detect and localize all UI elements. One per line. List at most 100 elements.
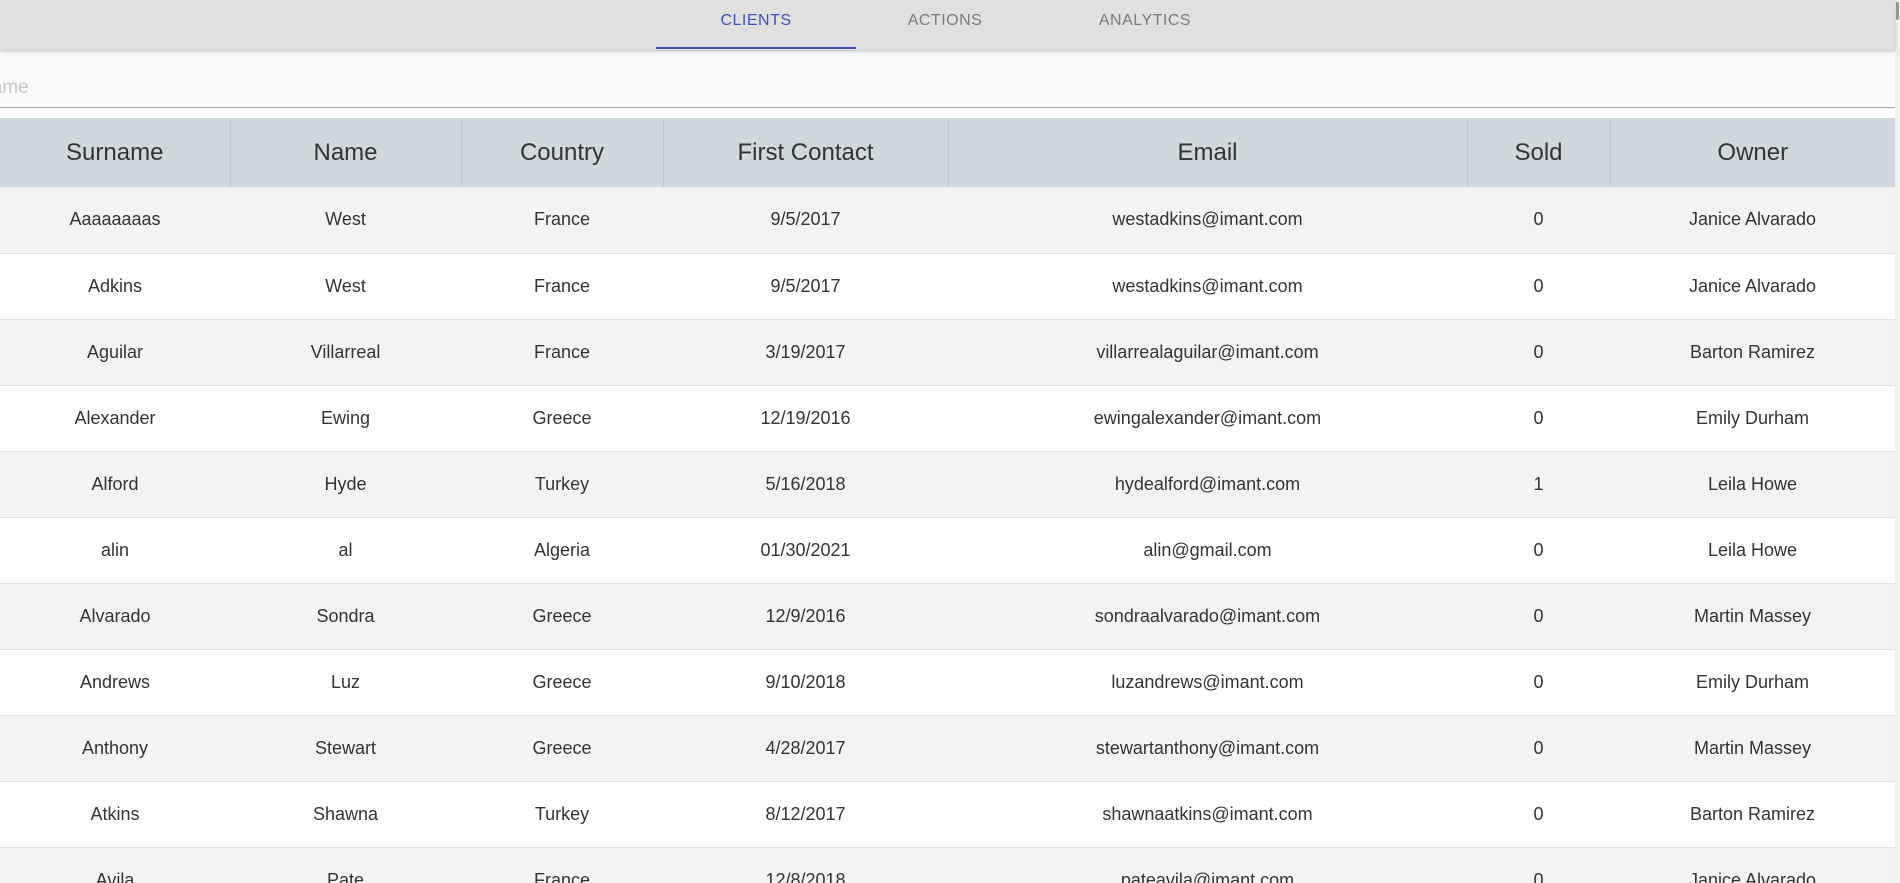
cell-email: westadkins@imant.com <box>948 253 1467 320</box>
table-row[interactable]: Andrews Luz Greece 9/10/2018 luzandrews@… <box>0 649 1895 716</box>
column-header-sold[interactable]: Sold <box>1467 118 1611 187</box>
column-header-first-contact[interactable]: First Contact <box>663 118 949 187</box>
tab-clients[interactable]: CLIENTS <box>656 0 856 50</box>
cell-surname: Avila <box>0 847 230 883</box>
column-header-name[interactable]: Name <box>230 118 462 187</box>
cell-country: Greece <box>461 715 663 782</box>
cell-country: Greece <box>461 385 663 452</box>
cell-name: Luz <box>230 649 461 716</box>
cell-country: Turkey <box>461 781 663 848</box>
scrollbar-thumb[interactable] <box>1896 2 1899 20</box>
page-scrollbar[interactable] <box>1895 0 1900 883</box>
cell-owner: Leila Howe <box>1610 517 1895 584</box>
cell-owner: Janice Alvarado <box>1610 253 1895 320</box>
cell-email: alin@gmail.com <box>948 517 1467 584</box>
clients-table-container: Surname Name Country First Contact Email… <box>0 118 1895 883</box>
cell-name: Villarreal <box>230 319 461 386</box>
cell-name: Stewart <box>230 715 461 782</box>
cell-country: France <box>461 187 663 254</box>
table-row[interactable]: alin al Algeria 01/30/2021 alin@gmail.co… <box>0 517 1895 584</box>
cell-first-contact: 3/19/2017 <box>663 319 948 386</box>
cell-first-contact: 12/19/2016 <box>663 385 948 452</box>
table-row[interactable]: Aguilar Villarreal France 3/19/2017 vill… <box>0 319 1895 386</box>
column-header-owner[interactable]: Owner <box>1610 118 1895 187</box>
cell-country: France <box>461 253 663 320</box>
header-row: Surname Name Country First Contact Email… <box>0 118 1895 187</box>
cell-surname: Alford <box>0 451 230 518</box>
cell-owner: Janice Alvarado <box>1610 847 1895 883</box>
cell-first-contact: 9/10/2018 <box>663 649 948 716</box>
cell-sold: 0 <box>1467 253 1610 320</box>
cell-name: al <box>230 517 461 584</box>
cell-first-contact: 8/12/2017 <box>663 781 948 848</box>
search-bar <box>0 50 1895 108</box>
cell-name: Sondra <box>230 583 461 650</box>
cell-first-contact: 12/8/2018 <box>663 847 948 883</box>
cell-email: ewingalexander@imant.com <box>948 385 1467 452</box>
cell-surname: Aaaaaaaas <box>0 187 230 254</box>
cell-email: shawnaatkins@imant.com <box>948 781 1467 848</box>
cell-email: hydealford@imant.com <box>948 451 1467 518</box>
table-row[interactable]: Alexander Ewing Greece 12/19/2016 ewinga… <box>0 385 1895 452</box>
cell-email: pateavila@imant.com <box>948 847 1467 883</box>
cell-country: France <box>461 847 663 883</box>
top-tab-bar: CLIENTS ACTIONS ANALYTICS <box>0 0 1895 50</box>
cell-owner: Barton Ramirez <box>1610 319 1895 386</box>
tab-actions[interactable]: ACTIONS <box>845 0 1045 50</box>
table-row[interactable]: Atkins Shawna Turkey 8/12/2017 shawnaatk… <box>0 781 1895 848</box>
cell-sold: 0 <box>1467 847 1610 883</box>
cell-country: Greece <box>461 649 663 716</box>
clients-table: Surname Name Country First Contact Email… <box>0 118 1895 883</box>
cell-name: West <box>230 187 461 254</box>
cell-sold: 0 <box>1467 781 1610 848</box>
cell-sold: 0 <box>1467 187 1610 254</box>
cell-country: Turkey <box>461 451 663 518</box>
cell-owner: Emily Durham <box>1610 649 1895 716</box>
cell-first-contact: 4/28/2017 <box>663 715 948 782</box>
cell-email: villarrealaguilar@imant.com <box>948 319 1467 386</box>
cell-surname: Alexander <box>0 385 230 452</box>
table-row[interactable]: Adkins West France 9/5/2017 westadkins@i… <box>0 253 1895 320</box>
column-header-surname[interactable]: Surname <box>0 118 231 187</box>
cell-surname: Atkins <box>0 781 230 848</box>
cell-sold: 0 <box>1467 385 1610 452</box>
table-row[interactable]: Alford Hyde Turkey 5/16/2018 hydealford@… <box>0 451 1895 518</box>
cell-name: Ewing <box>230 385 461 452</box>
cell-surname: Aguilar <box>0 319 230 386</box>
cell-email: luzandrews@imant.com <box>948 649 1467 716</box>
cell-country: France <box>461 319 663 386</box>
cell-owner: Janice Alvarado <box>1610 187 1895 254</box>
table-row[interactable]: Anthony Stewart Greece 4/28/2017 stewart… <box>0 715 1895 782</box>
cell-owner: Leila Howe <box>1610 451 1895 518</box>
cell-surname: Alvarado <box>0 583 230 650</box>
table-row[interactable]: Avila Pate France 12/8/2018 pateavila@im… <box>0 847 1895 883</box>
table-body: Aaaaaaaas West France 9/5/2017 westadkin… <box>0 187 1895 883</box>
cell-email: stewartanthony@imant.com <box>948 715 1467 782</box>
tab-analytics[interactable]: ANALYTICS <box>1045 0 1245 50</box>
cell-email: westadkins@imant.com <box>948 187 1467 254</box>
name-search-input[interactable] <box>0 50 1895 108</box>
cell-sold: 0 <box>1467 583 1610 650</box>
cell-name: Hyde <box>230 451 461 518</box>
column-header-country[interactable]: Country <box>461 118 664 187</box>
cell-first-contact: 9/5/2017 <box>663 187 948 254</box>
cell-surname: alin <box>0 517 230 584</box>
table-header: Surname Name Country First Contact Email… <box>0 118 1895 187</box>
cell-sold: 0 <box>1467 715 1610 782</box>
cell-surname: Adkins <box>0 253 230 320</box>
table-row[interactable]: Aaaaaaaas West France 9/5/2017 westadkin… <box>0 187 1895 254</box>
cell-first-contact: 12/9/2016 <box>663 583 948 650</box>
cell-sold: 0 <box>1467 649 1610 716</box>
cell-name: West <box>230 253 461 320</box>
column-header-email[interactable]: Email <box>948 118 1468 187</box>
cell-country: Algeria <box>461 517 663 584</box>
cell-sold: 0 <box>1467 517 1610 584</box>
table-row[interactable]: Alvarado Sondra Greece 12/9/2016 sondraa… <box>0 583 1895 650</box>
clients-page: CLIENTS ACTIONS ANALYTICS Surname Name C <box>0 0 1900 883</box>
cell-first-contact: 9/5/2017 <box>663 253 948 320</box>
cell-country: Greece <box>461 583 663 650</box>
cell-first-contact: 01/30/2021 <box>663 517 948 584</box>
active-tab-indicator <box>656 47 856 49</box>
cell-surname: Anthony <box>0 715 230 782</box>
cell-name: Pate <box>230 847 461 883</box>
